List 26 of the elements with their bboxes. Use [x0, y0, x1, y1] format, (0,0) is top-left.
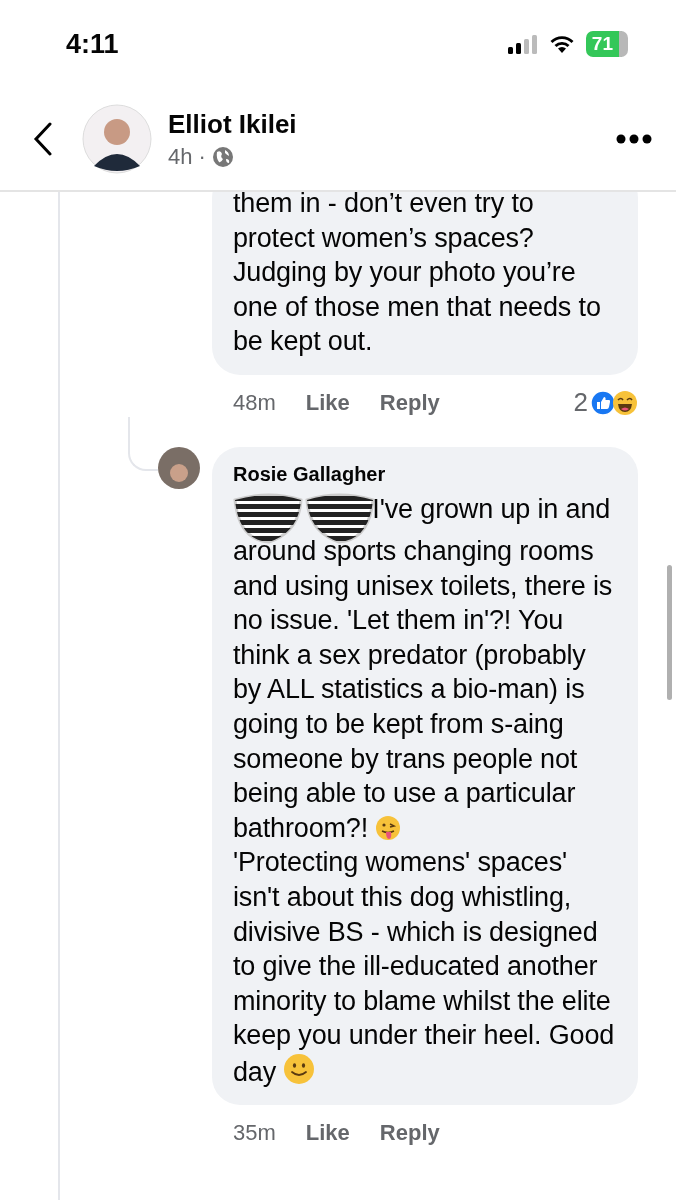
back-icon[interactable] [32, 122, 54, 156]
author-name[interactable]: Elliot Ikilei [168, 108, 616, 140]
status-time: 4:11 [66, 28, 119, 60]
globe-icon [211, 145, 234, 168]
commenter-name[interactable]: Rosie Gallagher [233, 462, 618, 486]
comment-text: 'Protecting womens' spaces' isn't about this dog whistling, divisive BS - which is designed to give the ill-educated another minority to blame whilst the elite keep you under their heel. Good day [233, 846, 616, 1089]
battery-indicator: 71 [585, 31, 628, 57]
more-icon[interactable] [616, 134, 652, 144]
comment-text: I've grown up in and around sports changing rooms and using unisex toilets, there is no issue. 'Let them in'?! You think a sex predator (probably by ALL statistics a bio-man) is going to be kept from s-aing someone by trans people not being able to use a particular bathroom?! [233, 491, 618, 846]
laughing-reaction-icon[interactable] [612, 389, 638, 416]
comment-time: 48m [233, 389, 276, 416]
post-time: 4h [168, 143, 193, 170]
avatar[interactable] [82, 104, 152, 174]
smile-emoji-icon [283, 1052, 316, 1085]
comment-time: 35m [233, 1120, 276, 1147]
like-reaction-icon[interactable] [590, 389, 616, 416]
reaction-count[interactable]: 2 [573, 387, 588, 419]
tongue-emoji-icon [375, 814, 402, 841]
signal-icon [507, 34, 538, 54]
reply-link[interactable]: Reply [379, 389, 440, 416]
separator-dot: · [198, 143, 206, 170]
like-link[interactable]: Like [305, 1120, 350, 1147]
comment-text: them in - don’t even try to protect women’s spaces? Judging by your photo you’re one of those men that needs to be kept out. [233, 187, 602, 359]
reply-link[interactable]: Reply [379, 1120, 440, 1147]
like-link[interactable]: Like [305, 389, 350, 416]
scrollbar[interactable] [667, 565, 672, 700]
